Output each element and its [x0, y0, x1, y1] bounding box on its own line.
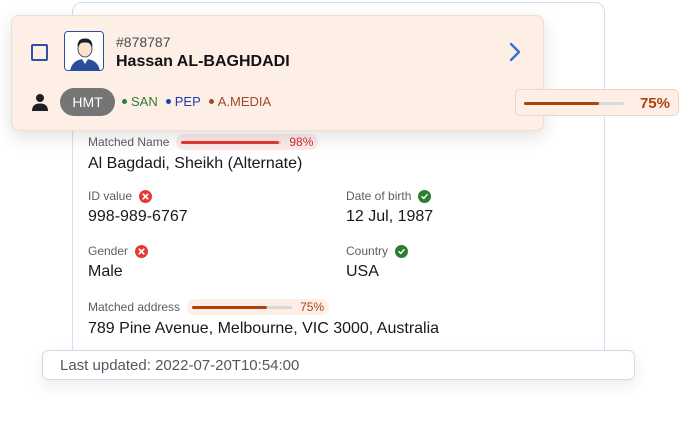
tag-dot	[122, 99, 127, 104]
country-value: USA	[346, 263, 379, 280]
x-circle-icon	[135, 244, 149, 258]
tag-pep: PEP	[165, 94, 201, 109]
id-value-value: 998-989-6767	[88, 208, 188, 225]
match-review-stage: Matched Name 98% Al Bagdadi, Sheikh (Alt…	[0, 0, 679, 422]
gender-label: Gender	[88, 244, 129, 258]
check-circle-icon	[395, 244, 409, 258]
chevron-right-icon[interactable]	[507, 40, 523, 64]
matched-address-label: Matched address	[88, 300, 181, 314]
case-id: #878787	[116, 34, 171, 50]
group-badge: HMT	[60, 88, 115, 116]
match-header-card[interactable]: #878787 Hassan AL-BAGHDADI HMT SAN PEP A…	[11, 15, 544, 131]
tag-label: A.MEDIA	[217, 94, 272, 109]
matched-address-field: Matched address 75% 789 Pine Avenue, Mel…	[88, 299, 588, 338]
person-icon	[32, 94, 48, 111]
matched-name-label: Matched Name	[88, 135, 170, 149]
check-circle-icon	[418, 189, 432, 203]
gender-value: Male	[88, 263, 123, 280]
matched-address-score: 75%	[187, 299, 330, 315]
tag-dot	[208, 99, 214, 104]
date-of-birth-field: Date of birth 12 Jul, 1987	[346, 189, 433, 226]
last-updated-text: Last updated: 2022-07-20T10:54:00	[60, 356, 300, 374]
person-name: Hassan AL-BAGHDADI	[116, 53, 290, 70]
avatar-icon	[64, 31, 104, 71]
country-label: Country	[346, 244, 389, 258]
matched-address-score-text: 75%	[300, 300, 325, 314]
country-field: Country USA	[346, 244, 409, 281]
matched-name-field: Matched Name 98% Al Bagdadi, Sheikh (Alt…	[88, 134, 588, 173]
matched-name-value: Al Bagdadi, Sheikh (Alternate)	[88, 155, 303, 172]
overall-score-bar	[524, 102, 624, 105]
date-of-birth-value: 12 Jul, 1987	[346, 208, 434, 225]
date-of-birth-label: Date of birth	[346, 189, 412, 203]
id-value-field: ID value 998-989-6767	[88, 189, 188, 226]
matched-address-score-bar-fill	[192, 305, 268, 309]
x-circle-icon	[139, 189, 153, 203]
gender-field: Gender Male	[88, 244, 149, 281]
select-checkbox[interactable]	[31, 44, 48, 61]
overall-score-text: 75%	[639, 95, 670, 112]
overall-score-badge: 75%	[515, 89, 679, 116]
matched-address-value: 789 Pine Avenue, Melbourne, VIC 3000, Au…	[88, 320, 440, 337]
tag-adverse-media: A.MEDIA	[208, 94, 272, 109]
risk-tags: SAN PEP A.MEDIA	[122, 94, 271, 109]
last-updated-bar: Last updated: 2022-07-20T10:54:00	[42, 350, 635, 380]
matched-name-score-bar-fill	[181, 140, 280, 144]
matched-name-score: 98%	[176, 134, 319, 150]
overall-score-bar-fill	[524, 102, 599, 105]
id-value-label: ID value	[88, 189, 133, 203]
matched-name-score-bar	[181, 140, 282, 144]
tag-label: PEP	[174, 94, 201, 109]
matched-address-score-bar	[192, 305, 293, 309]
matched-name-score-text: 98%	[289, 135, 314, 149]
tag-label: SAN	[131, 94, 158, 109]
tag-san: SAN	[122, 94, 158, 109]
tag-dot	[165, 99, 171, 104]
